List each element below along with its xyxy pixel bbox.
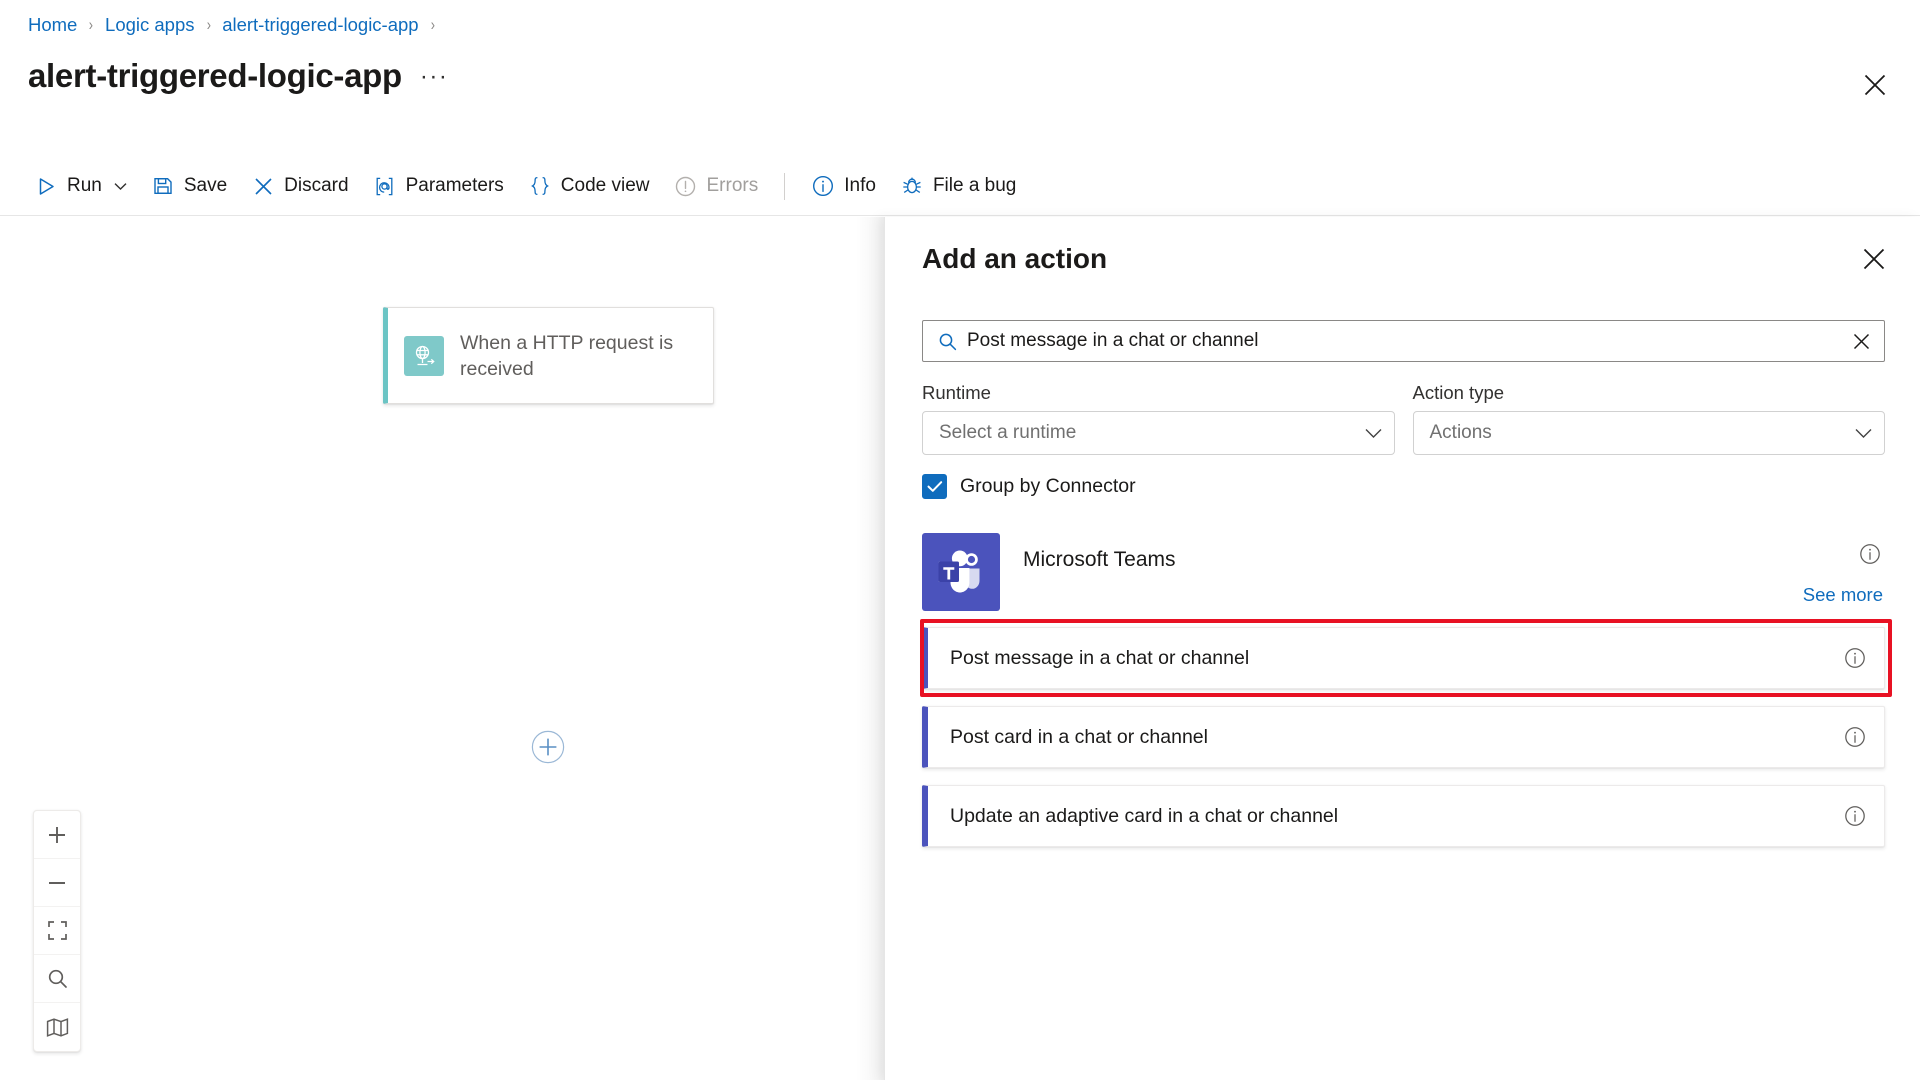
discard-label: Discard — [284, 175, 349, 196]
info-circle-icon — [811, 174, 835, 198]
save-icon — [151, 174, 175, 198]
toolbar-divider — [784, 172, 786, 200]
microsoft-teams-icon — [922, 533, 1000, 611]
breadcrumb-item-logic-app[interactable]: alert-triggered-logic-app — [222, 13, 418, 37]
connector-group-microsoft-teams: Microsoft Teams See more — [922, 533, 1885, 611]
panel-close-button[interactable] — [1858, 243, 1890, 275]
action-type-label: Action type — [1412, 382, 1505, 403]
action-results-list: Post message in a chat or channel Post c… — [920, 619, 1892, 864]
warning-circle-icon — [674, 174, 698, 198]
chevron-down-icon — [1365, 428, 1382, 439]
canvas-tool-strip — [33, 810, 81, 1052]
close-icon — [1864, 74, 1886, 96]
minimap-icon — [46, 1017, 68, 1037]
parameters-button[interactable]: Parameters — [361, 167, 516, 205]
checkbox-box — [922, 474, 947, 499]
action-item-update-adaptive-card[interactable]: Update an adaptive card in a chat or cha… — [922, 785, 1885, 847]
trigger-card-http-request[interactable]: When a HTTP request is received — [383, 307, 714, 404]
action-item-post-card[interactable]: Post card in a chat or channel — [922, 706, 1885, 768]
close-x-icon — [251, 174, 275, 198]
runtime-dropdown[interactable]: Select a runtime — [922, 411, 1395, 455]
zoom-out-icon — [49, 881, 65, 884]
code-view-button[interactable]: Code view — [516, 167, 662, 205]
file-a-bug-label: File a bug — [932, 175, 1017, 196]
close-icon — [1863, 248, 1885, 270]
add-an-action-panel: Add an action Runtim — [884, 217, 1920, 1080]
page-title-row: alert-triggered-logic-app ··· — [28, 57, 448, 95]
clear-search-button[interactable] — [1848, 333, 1874, 350]
designer-canvas[interactable]: When a HTTP request is received — [0, 217, 884, 1080]
fit-to-screen-icon — [47, 921, 67, 940]
zoom-out-button[interactable] — [34, 859, 80, 907]
breadcrumb-item-home[interactable]: Home — [28, 13, 77, 37]
search-icon — [935, 332, 959, 351]
save-button[interactable]: Save — [139, 167, 239, 205]
checkmark-icon — [927, 481, 942, 492]
chevron-down-icon — [114, 182, 127, 191]
save-label: Save — [183, 175, 228, 196]
group-by-connector-checkbox[interactable]: Group by Connector — [922, 474, 1136, 499]
zoom-in-icon — [49, 826, 65, 843]
action-info-button[interactable] — [1842, 724, 1868, 750]
runtime-field: Runtime Select a runtime — [922, 382, 1395, 455]
discard-button[interactable]: Discard — [239, 167, 360, 205]
search-box[interactable] — [922, 320, 1885, 362]
code-view-label: Code view — [560, 175, 650, 196]
breadcrumb-item-logic-apps[interactable]: Logic apps — [105, 13, 194, 37]
search-icon — [48, 969, 67, 988]
action-item-post-message[interactable]: Post message in a chat or channel — [920, 619, 1892, 697]
action-type-dropdown[interactable]: Actions — [1412, 411, 1885, 455]
trigger-card-label: When a HTTP request is received — [460, 331, 674, 380]
at-bracket-icon — [373, 174, 397, 198]
run-label: Run — [67, 175, 102, 196]
more-options-button[interactable]: ··· — [420, 63, 448, 91]
blade-close-button[interactable] — [1858, 68, 1892, 102]
parameters-label: Parameters — [405, 175, 504, 196]
connector-name: Microsoft Teams — [1023, 548, 1176, 571]
panel-title: Add an action — [922, 243, 1108, 274]
braces-icon — [528, 174, 552, 198]
connector-info-button[interactable] — [1857, 541, 1883, 567]
group-by-connector-label: Group by Connector — [960, 475, 1136, 497]
see-more-link[interactable]: See more — [1803, 584, 1883, 606]
command-bar: Run Save Discard Parameters Code view Er… — [0, 157, 1920, 216]
runtime-label: Runtime — [922, 382, 991, 403]
errors-button[interactable]: Errors — [662, 167, 771, 205]
page-title: alert-triggered-logic-app — [28, 57, 402, 94]
breadcrumb-separator-icon: › — [89, 15, 94, 34]
runtime-value: Select a runtime — [939, 422, 1077, 443]
info-icon — [1860, 544, 1880, 564]
plus-circle-icon — [531, 730, 565, 764]
add-action-plus-button[interactable] — [530, 729, 566, 765]
run-button[interactable]: Run — [22, 167, 139, 205]
action-info-button[interactable] — [1842, 803, 1868, 829]
action-type-field: Action type Actions — [1412, 382, 1885, 455]
breadcrumb-separator-icon: › — [430, 15, 435, 34]
breadcrumb: Home › Logic apps › alert-triggered-logi… — [28, 13, 446, 37]
search-input[interactable] — [959, 330, 1848, 352]
fit-to-screen-button[interactable] — [34, 907, 80, 955]
info-icon — [1845, 806, 1865, 826]
info-icon — [1845, 648, 1865, 668]
play-icon — [34, 174, 58, 198]
errors-label: Errors — [706, 175, 759, 196]
breadcrumb-separator-icon: › — [206, 15, 211, 34]
chevron-down-icon — [1855, 428, 1872, 439]
action-type-value: Actions — [1429, 422, 1492, 443]
panel-filters: Runtime Select a runtime Action type Act… — [922, 382, 1885, 455]
logic-app-designer-page: Home › Logic apps › alert-triggered-logi… — [0, 0, 1920, 1080]
info-label: Info — [844, 175, 876, 196]
bug-icon — [900, 174, 924, 198]
file-a-bug-button[interactable]: File a bug — [888, 167, 1028, 205]
action-info-button[interactable] — [1842, 645, 1868, 671]
action-item-label: Post message in a chat or channel — [950, 646, 1250, 669]
action-item-label: Update an adaptive card in a chat or cha… — [950, 804, 1339, 827]
zoom-in-button[interactable] — [34, 811, 80, 859]
info-icon — [1845, 727, 1865, 747]
minimap-button[interactable] — [34, 1003, 80, 1051]
action-item-label: Post card in a chat or channel — [950, 725, 1208, 748]
canvas-search-button[interactable] — [34, 955, 80, 1003]
info-button[interactable]: Info — [799, 167, 888, 205]
http-request-icon — [404, 335, 444, 376]
